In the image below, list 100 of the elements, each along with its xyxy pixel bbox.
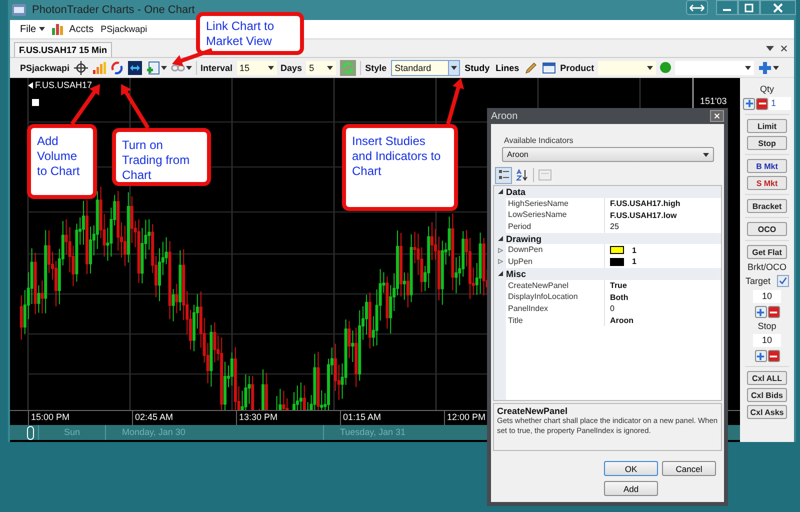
scroll-handle[interactable] — [27, 426, 34, 440]
caret-icon — [268, 66, 274, 70]
minimize-button[interactable] — [716, 0, 738, 15]
property-value[interactable]: 1 — [632, 246, 636, 255]
arrow — [172, 48, 213, 66]
add-document-icon[interactable] — [146, 60, 160, 74]
interval-label: Interval — [200, 62, 233, 72]
order-button[interactable]: Bracket — [747, 199, 787, 213]
caret-icon — [745, 66, 752, 70]
decrease-button[interactable] — [768, 306, 780, 318]
property-value[interactable]: F.US.USAH17.high — [610, 199, 680, 208]
days-dropdown[interactable]: 5 — [306, 60, 336, 74]
dialog-button[interactable]: OK — [604, 461, 658, 476]
days-label: Days — [280, 62, 302, 72]
decrease-button[interactable] — [768, 350, 780, 362]
property-value[interactable]: Aroon — [610, 316, 634, 325]
circular-arrows-icon[interactable] — [110, 60, 124, 74]
property-value[interactable]: Both — [610, 292, 628, 302]
qty-field[interactable]: 1 — [769, 97, 791, 110]
close-button[interactable] — [710, 110, 724, 122]
app-icon — [12, 4, 26, 16]
style-dropdown[interactable]: Standard — [390, 60, 460, 76]
increase-button[interactable] — [754, 306, 766, 318]
pencil-icon[interactable] — [524, 60, 538, 74]
plus-icon — [756, 352, 765, 360]
qty-label: Qty — [760, 84, 774, 94]
categorized-view-icon[interactable] — [495, 166, 512, 184]
window-icon[interactable] — [542, 60, 556, 74]
target-field[interactable]: 10 — [753, 290, 781, 303]
file-menu[interactable]: File — [18, 24, 48, 34]
collapse-icon[interactable] — [498, 189, 502, 194]
maximize-icon — [744, 2, 754, 12]
category-label: Data — [506, 186, 526, 197]
double-arrow-icon — [689, 4, 705, 12]
property-value[interactable]: 1 — [632, 257, 636, 266]
expand-icon[interactable] — [498, 248, 502, 253]
collapse-icon[interactable] — [498, 271, 502, 276]
sort-alphabetical-icon[interactable] — [514, 168, 529, 182]
indicator-dropdown[interactable]: Aroon — [502, 147, 714, 162]
decrease-button[interactable] — [756, 98, 768, 110]
cancel-order-button[interactable]: Cxl ALL — [747, 371, 787, 385]
caret-icon[interactable] — [186, 66, 192, 70]
caret-icon — [450, 66, 457, 70]
property-name: PanelIndex — [506, 302, 605, 315]
callout-tooltip: Add Volume to Chart — [27, 124, 97, 199]
lines-button[interactable]: Lines — [494, 62, 520, 72]
property-name: CreateNewPanel — [506, 280, 605, 292]
dialog-title: Aroon — [491, 110, 518, 122]
cancel-order-button[interactable]: Cxl Bids — [747, 388, 787, 402]
interval-dropdown[interactable]: 15 — [236, 60, 277, 74]
resize-button[interactable] — [686, 0, 708, 15]
close-icon[interactable] — [780, 45, 788, 52]
target-checkbox[interactable] — [776, 275, 788, 287]
study-button[interactable]: Study — [464, 62, 491, 72]
order-button[interactable]: Limit — [747, 119, 787, 133]
close-icon — [714, 113, 720, 119]
close-button[interactable] — [760, 0, 796, 15]
order-button[interactable]: B Mkt — [747, 159, 787, 173]
order-button[interactable]: Stop — [747, 136, 787, 150]
order-button[interactable]: OCO — [747, 222, 787, 236]
left-triangle-icon[interactable] — [28, 82, 33, 89]
plus-icon[interactable] — [758, 60, 772, 74]
bracket-label: Brkt/OCO — [747, 262, 786, 272]
order-button[interactable]: S Mkt — [747, 176, 787, 190]
stop-field[interactable]: 10 — [753, 334, 781, 347]
caret-icon — [703, 152, 709, 156]
product-field[interactable] — [598, 60, 656, 74]
collapse-icon[interactable] — [498, 236, 502, 242]
property-value[interactable]: 0 — [610, 304, 614, 314]
increase-button[interactable] — [743, 98, 755, 110]
order-button[interactable]: Get Flat — [747, 245, 787, 259]
chart-symbol[interactable]: F.US.USAH17 — [35, 80, 92, 90]
volume-bars-icon[interactable] — [92, 60, 106, 74]
chart-tab[interactable]: F.US.USAH17 15 Min — [14, 42, 112, 57]
caret-icon — [327, 66, 334, 70]
price-label: 151'03 — [700, 96, 727, 106]
day-label: Sun — [38, 425, 105, 440]
property-value[interactable]: 25 — [610, 222, 619, 232]
caret-icon[interactable] — [160, 66, 167, 70]
minimize-icon — [723, 9, 731, 11]
day-label: Monday, Jan 30 — [105, 425, 323, 440]
property-value[interactable]: True — [610, 280, 627, 290]
close-icon — [773, 2, 783, 12]
callout-tooltip: Turn on Trading from Chart — [112, 128, 211, 186]
category-label: Drawing — [506, 234, 542, 244]
maximize-button[interactable] — [738, 0, 760, 15]
property-name: Title — [506, 314, 605, 326]
crosshair-icon[interactable] — [74, 60, 88, 74]
dialog-button[interactable]: Cancel — [662, 461, 716, 476]
property-name: HighSeriesName — [506, 198, 605, 210]
property-value[interactable]: F.US.USAH17.low — [610, 210, 677, 220]
cancel-order-button[interactable]: Cxl Asks — [747, 405, 787, 419]
increase-button[interactable] — [754, 350, 766, 362]
caret-icon — [647, 66, 654, 70]
expand-icon[interactable] — [498, 259, 502, 264]
account-label: PSjackwapi — [20, 62, 70, 72]
caret-icon[interactable] — [773, 66, 780, 70]
product-label: Product — [560, 62, 594, 72]
caret-icon[interactable] — [766, 45, 774, 52]
dialog-button[interactable]: Add — [604, 481, 658, 496]
